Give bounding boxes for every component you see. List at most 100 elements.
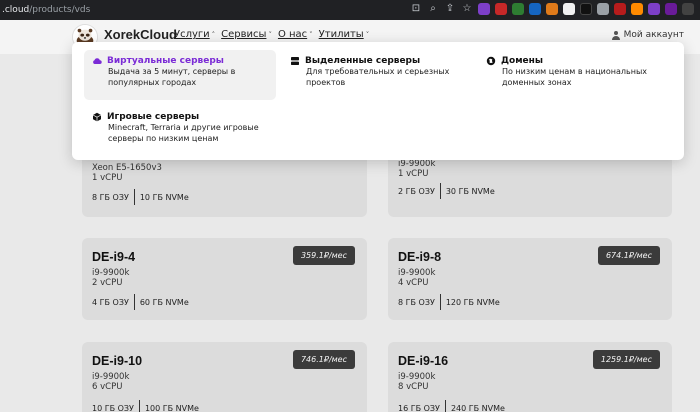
product-card[interactable]: DE-i9-16 1259.1₽/мес i9-9900k 8 vCPU 16 … — [388, 342, 672, 412]
chevron-down-icon: ˅ — [365, 30, 370, 39]
extension-icon[interactable] — [665, 3, 677, 15]
extension-icon[interactable] — [631, 3, 643, 15]
disk-spec: 240 ГБ NVMe — [450, 403, 505, 412]
chevron-down-icon: ˅ — [268, 30, 272, 39]
menu-item-description: проектов — [306, 78, 346, 87]
chevron-down-icon: ˅ — [309, 30, 313, 39]
ram-spec: 16 ГБ ОЗУ — [398, 403, 440, 412]
cpu-model: i9-9900k — [92, 372, 130, 382]
product-card[interactable]: DE-i9-8 674.1₽/мес i9-9900k 4 vCPU 8 ГБ … — [388, 238, 672, 320]
plan-title: DE-i9-4 — [92, 250, 136, 264]
card-specs: 8 ГБ ОЗУ 10 ГБ NVMe — [92, 189, 189, 205]
user-icon — [611, 30, 620, 40]
cpu-model: Xeon E5-1650v3 — [92, 163, 162, 173]
cpu-model: i9-9900k — [398, 372, 436, 382]
address-bar[interactable]: .cloud/products/vds — [0, 5, 90, 15]
spec-divider — [138, 400, 140, 412]
nav-services-label: Услуги — [174, 29, 210, 40]
menu-item-description: По низким ценам в национальных — [502, 67, 647, 76]
extension-icon[interactable] — [478, 3, 490, 15]
nav-services[interactable]: Услуги ˄ — [174, 29, 215, 40]
menu-item-description: Для требовательных и серьезных — [306, 67, 450, 76]
browser-extensions: ⊡ ⌕ ⇪ ☆ — [410, 3, 694, 15]
zoom-icon[interactable]: ⌕ — [427, 3, 439, 15]
nav-about[interactable]: О нас ˅ — [278, 29, 313, 40]
extension-icon[interactable] — [648, 3, 660, 15]
menu-item-title: Выделенные серверы — [305, 56, 421, 66]
vcpu-count: 1 vCPU — [92, 173, 123, 183]
menu-item-domains[interactable]: Домены По низким ценам в национальных до… — [478, 50, 674, 100]
spec-divider — [133, 189, 135, 205]
bookmark-star-icon[interactable]: ☆ — [461, 3, 473, 15]
menu-item-dedicated-servers[interactable]: Выделенные серверы Для требовательных и … — [282, 50, 472, 100]
cpu-model: i9-9900k — [398, 268, 436, 278]
extension-icon[interactable] — [682, 3, 694, 15]
cpu-model: i9-9900k — [92, 268, 130, 278]
cube-icon — [92, 112, 102, 122]
menu-item-game-servers[interactable]: Игровые серверы Minecraft, Terraria и др… — [84, 106, 284, 156]
nav-utilities-label: Утилиты — [318, 29, 364, 40]
plan-title: DE-i9-8 — [398, 250, 442, 264]
cpu-model: i9-9900k — [398, 159, 436, 169]
chevron-up-icon: ˄ — [211, 30, 216, 39]
cloud-icon — [93, 58, 102, 64]
card-specs: 4 ГБ ОЗУ 60 ГБ NVMe — [92, 294, 189, 310]
spec-divider — [439, 294, 441, 310]
menu-item-description: серверы по низким ценам — [108, 134, 219, 143]
ram-spec: 8 ГБ ОЗУ — [92, 192, 129, 202]
vcpu-count: 4 vCPU — [398, 278, 429, 288]
share-icon[interactable]: ⇪ — [444, 3, 456, 15]
server-icon — [291, 57, 299, 65]
card-specs: 16 ГБ ОЗУ 240 ГБ NVMe — [398, 400, 505, 412]
menu-item-title: Игровые серверы — [107, 112, 200, 122]
disk-spec: 10 ГБ NVMe — [139, 192, 189, 202]
ram-spec: 4 ГБ ОЗУ — [92, 297, 129, 307]
nav-utilities[interactable]: Утилиты ˅ — [319, 29, 370, 40]
disk-spec: 60 ГБ NVMe — [139, 297, 189, 307]
nav-tools[interactable]: Сервисы ˅ — [221, 29, 272, 40]
main-nav: Услуги ˄ Сервисы ˅ О нас ˅ Утилиты ˅ — [174, 29, 369, 40]
menu-item-title: Домены — [501, 56, 544, 66]
extension-icon[interactable] — [597, 3, 609, 15]
vcpu-count: 6 vCPU — [92, 382, 123, 392]
url-path: /products/vds — [29, 5, 91, 15]
extension-icon[interactable] — [614, 3, 626, 15]
account-link[interactable]: Мой аккаунт — [611, 30, 684, 40]
install-icon[interactable]: ⊡ — [410, 3, 422, 15]
product-card[interactable]: DE-i9-4 359.1₽/мес i9-9900k 2 vCPU 4 ГБ … — [82, 238, 367, 320]
menu-item-description: доменных зонах — [502, 78, 572, 87]
ram-spec: 10 ГБ ОЗУ — [92, 403, 134, 412]
price-badge: 359.1₽/мес — [292, 246, 355, 265]
disk-spec: 30 ГБ NVMe — [445, 186, 495, 196]
price-badge: 674.1₽/мес — [597, 246, 660, 265]
menu-item-description: Minecraft, Terraria и другие игровые — [108, 123, 259, 132]
card-specs: 10 ГБ ОЗУ 100 ГБ NVMe — [92, 400, 199, 412]
price-badge: 1259.1₽/мес — [592, 350, 660, 369]
plan-title: DE-i9-16 — [398, 354, 449, 368]
spec-divider — [133, 294, 135, 310]
vcpu-count: 2 vCPU — [92, 278, 123, 288]
plan-title: DE-i9-10 — [92, 354, 143, 368]
brand-name[interactable]: XorekCloud — [104, 27, 177, 42]
extension-icon[interactable] — [580, 3, 592, 15]
disk-spec: 120 ГБ NVMe — [445, 297, 500, 307]
nav-tools-label: Сервисы — [221, 29, 267, 40]
menu-item-virtual-servers[interactable]: Виртуальные серверы Выдача за 5 минут, с… — [84, 50, 276, 100]
extension-icon[interactable] — [546, 3, 558, 15]
card-specs: 8 ГБ ОЗУ 120 ГБ NVMe — [398, 294, 500, 310]
globe-icon — [486, 56, 496, 66]
vcpu-count: 1 vCPU — [398, 169, 429, 179]
extension-icon[interactable] — [495, 3, 507, 15]
menu-item-header: Виртуальные серверы — [92, 56, 268, 66]
spec-divider — [439, 183, 441, 199]
spec-divider — [444, 400, 446, 412]
extension-icon[interactable] — [512, 3, 524, 15]
browser-toolbar: .cloud/products/vds ⊡ ⌕ ⇪ ☆ — [0, 0, 700, 20]
product-card[interactable]: DE-i9-10 746.1₽/мес i9-9900k 6 vCPU 10 Г… — [82, 342, 367, 412]
extension-icon[interactable] — [563, 3, 575, 15]
nav-about-label: О нас — [277, 29, 308, 40]
ram-spec: 8 ГБ ОЗУ — [398, 297, 435, 307]
extension-icon[interactable] — [529, 3, 541, 15]
url-host: .cloud — [2, 5, 30, 15]
disk-spec: 100 ГБ NVMe — [144, 403, 199, 412]
